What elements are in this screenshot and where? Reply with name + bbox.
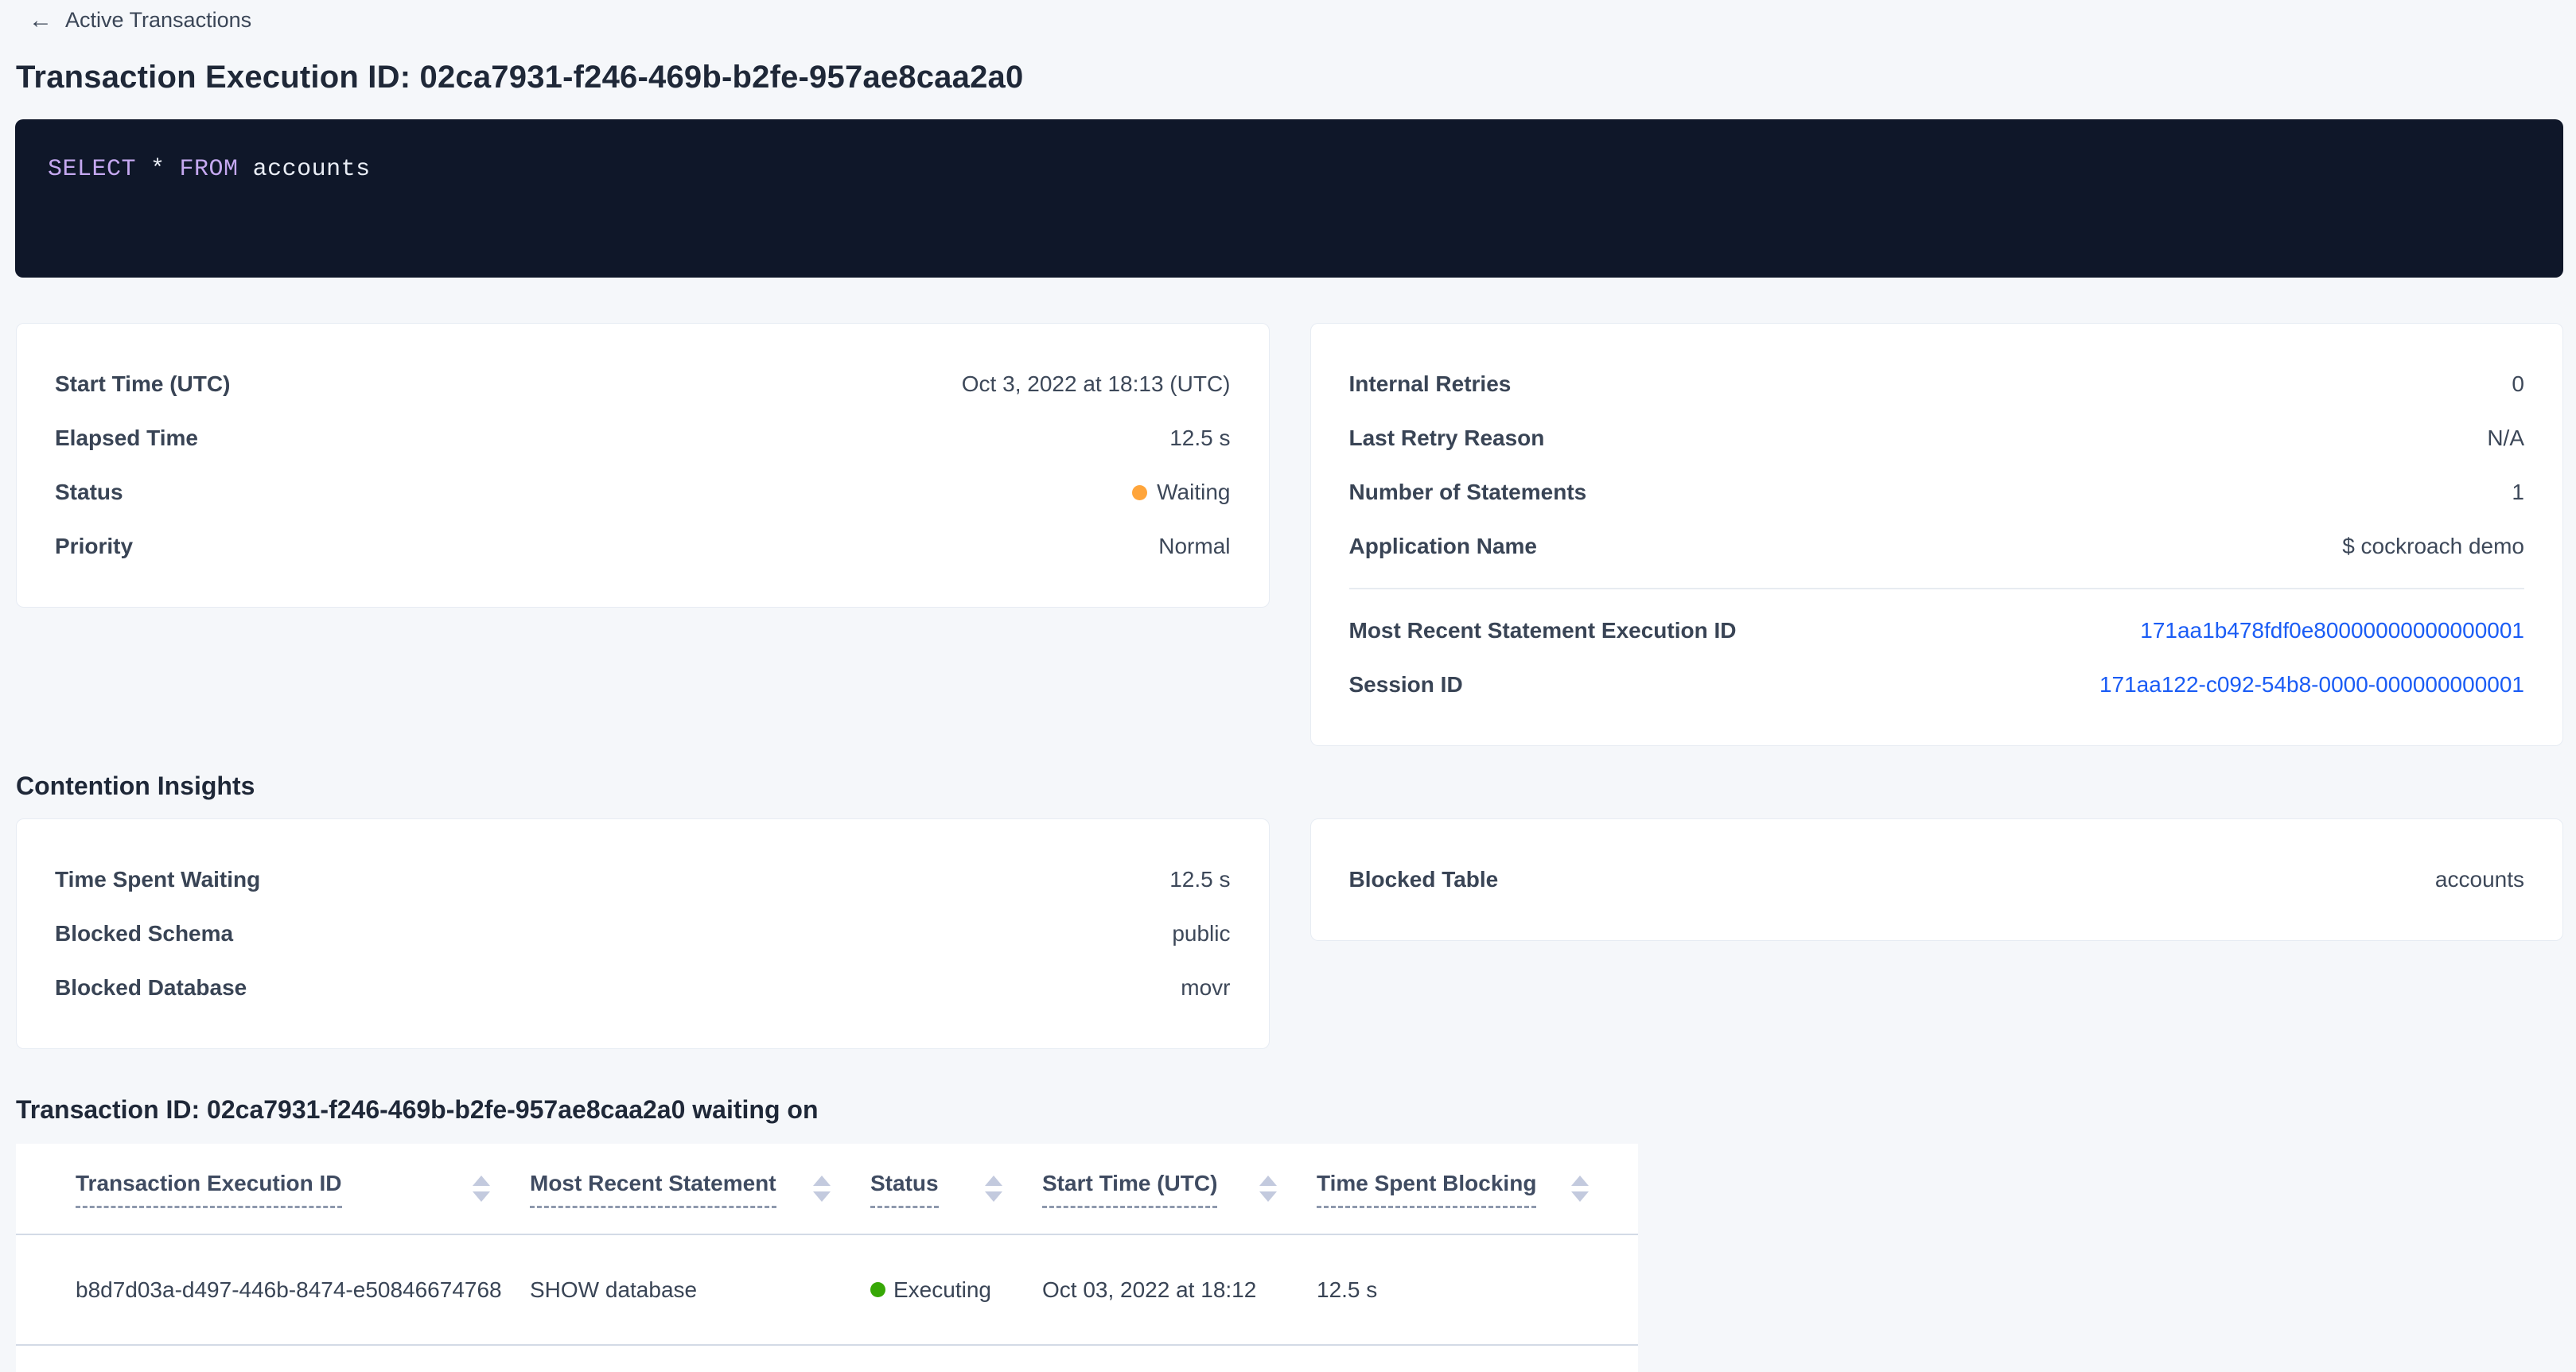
column-header-label: Time Spent Blocking (1317, 1171, 1536, 1208)
row-blocked-database: Blocked Database movr (17, 961, 1269, 1015)
blocked-schema-value: public (1172, 921, 1230, 946)
row-priority: Priority Normal (17, 519, 1269, 573)
statement-execution-id-label: Most Recent Statement Execution ID (1349, 618, 1737, 643)
sql-statement-box: SELECT * FROM accounts (15, 119, 2563, 278)
summary-cards-row: Start Time (UTC) Oct 3, 2022 at 18:13 (U… (16, 323, 2563, 746)
cell-status: Executing (870, 1277, 1002, 1303)
column-header-status[interactable]: Status (870, 1171, 1002, 1234)
elapsed-time-label: Elapsed Time (55, 426, 198, 451)
last-retry-reason-label: Last Retry Reason (1349, 426, 1545, 451)
start-time-label: Start Time (UTC) (55, 371, 230, 397)
contention-cards-row: Time Spent Waiting 12.5 s Blocked Schema… (16, 818, 2563, 1049)
statement-execution-id-link[interactable]: 171aa1b478fdf0e80000000000000001 (2140, 618, 2524, 643)
elapsed-time-value: 12.5 s (1169, 426, 1230, 451)
number-of-statements-value: 1 (2512, 480, 2524, 505)
page-title: Transaction Execution ID: 02ca7931-f246-… (16, 60, 2560, 95)
back-arrow-icon: ← (29, 9, 53, 33)
priority-value: Normal (1158, 534, 1230, 559)
table-footer (16, 1346, 1638, 1372)
row-time-spent-waiting: Time Spent Waiting 12.5 s (17, 853, 1269, 907)
blocked-database-label: Blocked Database (55, 975, 247, 1001)
status-value: Waiting (1132, 480, 1230, 505)
internal-retries-label: Internal Retries (1349, 371, 1512, 397)
cell-start-time: Oct 03, 2022 at 18:12 (1042, 1277, 1277, 1303)
start-time-value: Oct 3, 2022 at 18:13 (UTC) (962, 371, 1231, 397)
row-last-retry-reason: Last Retry Reason N/A (1311, 411, 2563, 465)
row-session-id: Session ID 171aa122-c092-54b8-0000-00000… (1311, 658, 2563, 712)
table-row: b8d7d03a-d497-446b-8474-e50846674768 SHO… (16, 1235, 1638, 1346)
column-header-label: Status (870, 1171, 939, 1208)
waiting-on-table: Transaction Execution ID Most Recent Sta… (16, 1144, 1638, 1372)
cell-transaction-execution-id: b8d7d03a-d497-446b-8474-e50846674768 (76, 1277, 490, 1303)
sort-arrows-icon[interactable] (1259, 1176, 1277, 1202)
column-header-most-recent-statement[interactable]: Most Recent Statement (530, 1171, 831, 1234)
contention-insights-heading: Contention Insights (16, 772, 2576, 801)
sql-star: * (150, 156, 165, 183)
blocked-database-value: movr (1181, 975, 1230, 1001)
session-id-link[interactable]: 171aa122-c092-54b8-0000-000000000001 (2099, 672, 2524, 698)
column-header-label: Most Recent Statement (530, 1171, 776, 1208)
time-spent-waiting-value: 12.5 s (1169, 867, 1230, 892)
back-link-label: Active Transactions (65, 8, 251, 33)
sql-keyword-select: SELECT (48, 156, 136, 183)
status-executing-dot-icon (870, 1282, 885, 1297)
row-status: Status Waiting (17, 465, 1269, 519)
number-of-statements-label: Number of Statements (1349, 480, 1587, 505)
internal-retries-value: 0 (2512, 371, 2524, 397)
row-blocked-table: Blocked Table accounts (1311, 853, 2563, 907)
row-application-name: Application Name $ cockroach demo (1311, 519, 2563, 573)
column-header-transaction-execution-id[interactable]: Transaction Execution ID (76, 1171, 490, 1234)
column-header-start-time[interactable]: Start Time (UTC) (1042, 1171, 1277, 1234)
status-label: Status (55, 480, 123, 505)
blocked-schema-label: Blocked Schema (55, 921, 233, 946)
time-spent-waiting-label: Time Spent Waiting (55, 867, 260, 892)
row-number-of-statements: Number of Statements 1 (1311, 465, 2563, 519)
sort-arrows-icon[interactable] (1571, 1176, 1589, 1202)
status-executing-text: Executing (893, 1277, 991, 1303)
cell-most-recent-statement: SHOW database (530, 1277, 831, 1303)
sql-statement: SELECT * FROM accounts (48, 156, 371, 183)
contention-card-left: Time Spent Waiting 12.5 s Blocked Schema… (16, 818, 1270, 1049)
sort-arrows-icon[interactable] (473, 1176, 490, 1202)
summary-card-right: Internal Retries 0 Last Retry Reason N/A… (1310, 323, 2564, 746)
blocked-table-label: Blocked Table (1349, 867, 1499, 892)
column-header-label: Transaction Execution ID (76, 1171, 342, 1208)
sort-arrows-icon[interactable] (985, 1176, 1002, 1202)
column-header-time-spent-blocking[interactable]: Time Spent Blocking (1317, 1171, 1589, 1234)
back-to-active-transactions-link[interactable]: ← Active Transactions (29, 8, 251, 33)
status-waiting-text: Waiting (1157, 480, 1230, 505)
sql-table-name: accounts (253, 156, 371, 183)
row-statement-execution-id: Most Recent Statement Execution ID 171aa… (1311, 604, 2563, 658)
sql-keyword-from: FROM (180, 156, 239, 183)
cell-time-spent-blocking: 12.5 s (1317, 1277, 1589, 1303)
row-internal-retries: Internal Retries 0 (1311, 357, 2563, 411)
sort-arrows-icon[interactable] (813, 1176, 831, 1202)
application-name-label: Application Name (1349, 534, 1537, 559)
session-id-label: Session ID (1349, 672, 1463, 698)
column-header-label: Start Time (UTC) (1042, 1171, 1217, 1208)
transaction-details-page: ← Active Transactions Transaction Execut… (0, 0, 2576, 1365)
priority-label: Priority (55, 534, 133, 559)
application-name-value: $ cockroach demo (2342, 534, 2524, 559)
last-retry-reason-value: N/A (2487, 426, 2524, 451)
blocked-table-value: accounts (2435, 867, 2524, 892)
table-header-row: Transaction Execution ID Most Recent Sta… (16, 1144, 1638, 1235)
card-divider (1349, 588, 2525, 589)
contention-card-right: Blocked Table accounts (1310, 818, 2564, 941)
waiting-on-heading: Transaction ID: 02ca7931-f246-469b-b2fe-… (16, 1095, 2576, 1125)
row-start-time: Start Time (UTC) Oct 3, 2022 at 18:13 (U… (17, 357, 1269, 411)
row-blocked-schema: Blocked Schema public (17, 907, 1269, 961)
row-elapsed-time: Elapsed Time 12.5 s (17, 411, 1269, 465)
status-waiting-dot-icon (1132, 485, 1147, 500)
summary-card-left: Start Time (UTC) Oct 3, 2022 at 18:13 (U… (16, 323, 1270, 608)
